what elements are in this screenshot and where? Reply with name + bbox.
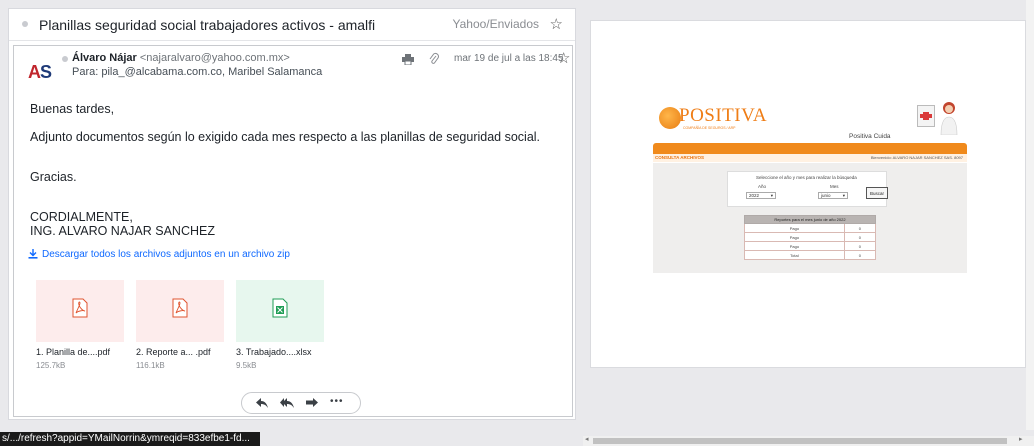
excel-file-icon (272, 298, 288, 318)
body-closing: CORDIALMENTE, (30, 210, 133, 224)
header-orange-bar (653, 143, 967, 153)
month-label: Mes (830, 184, 839, 189)
status-url-bar: s/.../refresh?appid=YMailNorrin&ymreqid=… (0, 432, 260, 446)
body-signature: ING. ALVARO NAJAR SANCHEZ (30, 224, 215, 238)
scroll-left-icon[interactable]: ◂ (585, 435, 589, 443)
table-header: Reportes para el mes junio de año 2022 (744, 215, 876, 224)
body-thanks: Gracias. (30, 170, 77, 184)
message-date: mar 19 de jul a las 18:45 (454, 53, 564, 64)
year-label: Año (758, 184, 767, 189)
message-card: AS Álvaro Nájar <najaralvaro@yahoo.com.m… (13, 45, 573, 417)
vertical-scrollbar[interactable] (1026, 0, 1034, 430)
logo-subtitle: COMPAÑÍA DE SEGUROS / ARP (683, 126, 736, 130)
attachment-tile-3[interactable] (236, 280, 324, 342)
chevron-down-icon: ▾ (842, 193, 845, 198)
search-form: Seleccione el año y mes para realizar la… (727, 171, 888, 207)
table-row: Pago 0 (744, 223, 877, 233)
read-dot-icon (62, 56, 68, 62)
message-action-bar: ••• (241, 392, 361, 414)
welcome-text: Bienvenido: ALVARO NAJAR SANCHEZ SAS. 80… (870, 155, 963, 160)
email-subject: Planillas seguridad social trabajadores … (39, 17, 376, 33)
pdf-file-icon (172, 298, 188, 318)
more-actions-button[interactable]: ••• (330, 396, 344, 407)
attachment-name-1[interactable]: 1. Planilla de....pdf (36, 347, 110, 357)
download-all-link[interactable]: Descargar todos los archivos adjuntos en… (28, 249, 290, 260)
logo-text: POSITIVA (679, 105, 768, 126)
preview-document: POSITIVA COMPAÑÍA DE SEGUROS / ARP Posit… (653, 91, 967, 273)
search-button[interactable]: Buscar (866, 187, 888, 199)
table-row: Pago 0 (744, 241, 877, 251)
attachment-name-3[interactable]: 3. Trabajado....xlsx (236, 347, 312, 357)
body-greeting: Buenas tardes, (30, 102, 115, 116)
consulta-bar: CONSULTA ARCHIVOS Bienvenido: ALVARO NAJ… (653, 153, 967, 162)
paperclip-icon[interactable] (428, 52, 440, 66)
horizontal-scrollbar[interactable]: ◂ ▸ (583, 436, 1034, 446)
attachment-tile-1[interactable] (36, 280, 124, 342)
attachment-tile-2[interactable] (136, 280, 224, 342)
report-table: Reportes para el mes junio de año 2022 P… (744, 215, 877, 260)
query-area: Seleccione el año y mes para realizar la… (653, 163, 967, 273)
attachment-size-2: 116.1kB (136, 361, 165, 370)
star-icon[interactable]: ☆ (550, 15, 563, 33)
sender-line: Álvaro Nájar <najaralvaro@yahoo.com.mx> (72, 52, 290, 64)
download-icon (28, 249, 38, 259)
body-line-1: Adjunto documentos según lo exigido cada… (30, 130, 541, 144)
section-title: CONSULTA ARCHIVOS (655, 155, 704, 160)
nurse-illustration-icon (940, 102, 958, 135)
subject-bar: Planillas seguridad social trabajadores … (9, 9, 575, 41)
forward-icon[interactable] (306, 398, 318, 408)
attachment-name-2[interactable]: 2. Reporte a... .pdf (136, 347, 211, 357)
positiva-logo-icon (659, 107, 681, 129)
year-select[interactable]: 2022 ▾ (746, 192, 776, 199)
brand-label: Positiva Cuida (849, 133, 891, 140)
recipients: Para: pila_@alcabama.com.co, Maribel Sal… (72, 66, 323, 78)
attachment-size-3: 9.5kB (236, 361, 257, 370)
attachment-size-1: 125.7kB (36, 361, 66, 370)
search-prompt: Seleccione el año y mes para realizar la… (756, 175, 857, 180)
avatar[interactable]: AS (28, 56, 60, 88)
email-pane: Planillas seguridad social trabajadores … (8, 8, 576, 420)
pdf-file-icon (72, 298, 88, 318)
reply-icon[interactable] (256, 398, 268, 408)
chevron-down-icon: ▾ (770, 193, 773, 198)
sender-email: <najaralvaro@yahoo.com.mx> (139, 52, 290, 64)
sender-name[interactable]: Álvaro Nájar (72, 52, 137, 64)
print-icon[interactable] (402, 54, 414, 65)
folder-label[interactable]: Yahoo/Enviados (452, 17, 539, 31)
message-star-icon[interactable]: ☆ (557, 49, 570, 67)
medical-kit-icon (917, 105, 935, 127)
table-row: Pago 0 (744, 232, 877, 242)
scrollbar-thumb[interactable] (593, 438, 1007, 444)
attachment-preview-pane[interactable]: POSITIVA COMPAÑÍA DE SEGUROS / ARP Posit… (590, 20, 1026, 368)
scroll-right-icon[interactable]: ▸ (1019, 435, 1023, 443)
table-row: Total 0 (744, 250, 877, 260)
reply-all-icon[interactable] (280, 398, 294, 408)
month-select[interactable]: junio ▾ (818, 192, 848, 199)
unread-dot-icon (22, 21, 28, 27)
